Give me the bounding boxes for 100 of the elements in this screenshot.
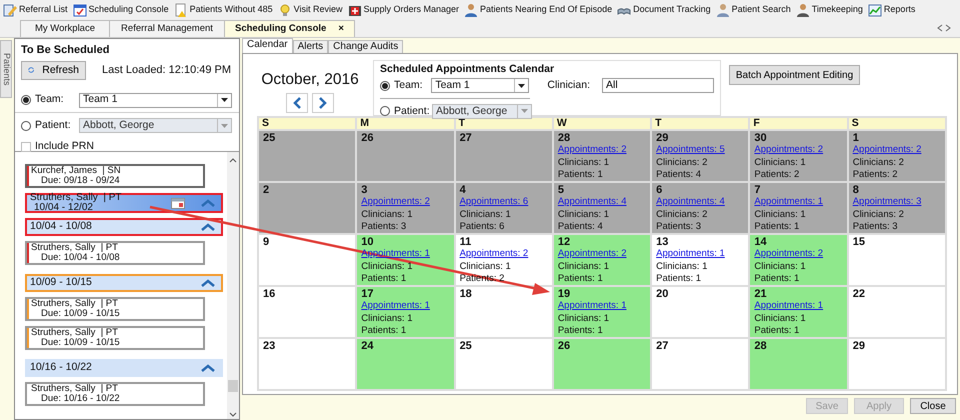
appointments-link[interactable]: Appointments: 6 — [460, 196, 548, 208]
radio-button[interactable] — [21, 95, 31, 106]
day-cell[interactable]: 4 Appointments: 6 Clinicians: 1 Patients: 6 — [456, 183, 552, 233]
chevron-up-icon[interactable] — [201, 364, 215, 372]
day-cell[interactable]: 26 — [554, 339, 650, 389]
day-cell[interactable]: 29 Appointments: 5 Clinicians: 2 Patients: 4 — [652, 131, 748, 181]
day-cell[interactable]: 20 — [652, 287, 748, 337]
day-cell[interactable]: 28 Appointments: 2 Clinicians: 1 Patients: 1 — [554, 131, 650, 181]
scrollbar-thumb[interactable] — [228, 380, 238, 392]
day-cell[interactable]: 7 Appointments: 1 Clinicians: 1 Patients: 1 — [750, 183, 847, 233]
scroll-up-icon[interactable] — [229, 158, 237, 163]
refresh-button[interactable]: Refresh — [21, 60, 86, 80]
day-cell[interactable]: 21 Appointments: 1 Clinicians: 1 Patients: 1 — [750, 287, 847, 337]
appointments-link[interactable]: Appointments: 4 — [656, 196, 744, 208]
chevron-up-icon[interactable] — [201, 279, 215, 287]
toolbar-item[interactable]: Document Tracking — [617, 2, 711, 16]
radio-button[interactable] — [21, 120, 31, 131]
day-cell[interactable]: 26 — [357, 131, 454, 181]
schedule-card[interactable]: Kurchef, James | SN Due: 09/18 - 09/24 — [25, 164, 205, 188]
toolbar-item[interactable]: Patients Nearing End Of Episode — [464, 2, 612, 16]
appointments-link[interactable]: Appointments: 4 — [558, 196, 646, 208]
chevron-up-icon[interactable] — [201, 223, 215, 231]
day-cell[interactable]: 22 — [848, 287, 945, 337]
tab[interactable]: Alerts — [292, 40, 328, 53]
checkbox[interactable] — [21, 142, 31, 152]
document-tab[interactable]: My Workplace — [20, 20, 110, 37]
dropdown[interactable]: Team 1 — [431, 78, 530, 94]
batch-editing-button[interactable]: Batch Appointment Editing — [729, 65, 860, 85]
previous-month-button[interactable] — [286, 93, 308, 114]
footer-button[interactable]: Close — [910, 398, 956, 414]
appointments-link[interactable]: Appointments: 2 — [361, 196, 450, 208]
document-tab[interactable]: Scheduling Console × — [224, 20, 355, 37]
appointments-link[interactable]: Appointments: 3 — [852, 196, 941, 208]
dropdown[interactable]: Abbott, George — [79, 118, 232, 134]
day-cell[interactable]: 17 Appointments: 1 Clinicians: 1 Patients: 1 — [357, 287, 454, 337]
day-cell[interactable]: 28 — [750, 339, 847, 389]
appointments-link[interactable]: Appointments: 1 — [754, 196, 843, 208]
day-cell[interactable]: 24 — [357, 339, 454, 389]
day-cell[interactable]: 6 Appointments: 4 Clinicians: 2 Patients: 3 — [652, 183, 748, 233]
schedule-card[interactable]: Struthers, Sally | PT Due: 10/09 - 10/15 — [25, 297, 205, 321]
appointments-link[interactable]: Appointments: 1 — [558, 300, 646, 312]
appointments-link[interactable]: Appointments: 2 — [558, 248, 646, 260]
toolbar-item[interactable]: Supply Orders Manager — [348, 2, 460, 16]
scroll-down-icon[interactable] — [229, 412, 237, 417]
day-cell[interactable]: 2 — [259, 183, 356, 233]
day-cell[interactable]: 19 Appointments: 1 Clinicians: 1 Patients: 1 — [554, 287, 650, 337]
day-cell[interactable]: 23 — [259, 339, 356, 389]
day-cell[interactable]: 1 Appointments: 2 Clinicians: 2 Patients: 2 — [848, 131, 945, 181]
day-cell[interactable]: 16 — [259, 287, 356, 337]
day-cell[interactable]: 13 Appointments: 1 Clinicians: 1 Patients: 1 — [652, 235, 748, 285]
schedule-card[interactable]: Struthers, Sally | PT Due: 10/04 - 10/08 — [25, 241, 205, 265]
close-button[interactable]: × — [338, 22, 344, 36]
toolbar-item[interactable]: Timekeeping — [796, 2, 863, 16]
schedule-card[interactable]: Struthers, Sally | PT Due: 10/16 - 10/22 — [25, 382, 205, 406]
radio-button[interactable] — [380, 80, 390, 91]
day-number: 2 — [263, 184, 270, 196]
toolbar-item[interactable]: Reports — [868, 2, 916, 16]
side-tab[interactable]: Patients — [0, 40, 12, 98]
dropdown[interactable]: Abbott, George — [432, 104, 532, 119]
appointments-link[interactable]: Appointments: 2 — [460, 248, 548, 260]
appointments-link[interactable]: Appointments: 2 — [754, 144, 843, 156]
day-cell[interactable]: 25 — [259, 131, 356, 181]
radio-button[interactable] — [380, 106, 390, 116]
next-month-button[interactable] — [312, 93, 334, 114]
appointments-link[interactable]: Appointments: 2 — [558, 144, 646, 156]
dropdown[interactable]: Team 1 — [79, 92, 232, 108]
appointments-link[interactable]: Appointments: 1 — [754, 300, 843, 312]
day-cell[interactable]: 3 Appointments: 2 Clinicians: 1 Patients: 3 — [357, 183, 454, 233]
patient-group-header[interactable]: Struthers, Sally | PT 10/04 - 12/02 — [25, 193, 223, 213]
day-cell[interactable]: 29 — [848, 339, 945, 389]
toolbar-item[interactable]: Visit Review — [278, 2, 342, 16]
day-cell[interactable]: 27 — [652, 339, 748, 389]
toolbar-item[interactable]: Patients Without 485 — [174, 2, 273, 16]
clinician-field[interactable]: All — [602, 78, 714, 94]
day-cell[interactable]: 14 Appointments: 2 Clinicians: 1 Patients: 1 — [750, 235, 847, 285]
day-cell[interactable]: 30 Appointments: 2 Clinicians: 1 Patients: 2 — [750, 131, 847, 181]
scroll-arrows-icon[interactable] — [936, 24, 952, 32]
day-cell[interactable]: 18 — [456, 287, 552, 337]
tab[interactable]: Change Audits — [328, 40, 404, 53]
week-header[interactable]: 10/16 - 10/22 — [25, 359, 223, 377]
appointments-link[interactable]: Appointments: 2 — [754, 248, 843, 260]
day-cell[interactable]: 5 Appointments: 4 Clinicians: 1 Patients: 4 — [554, 183, 650, 233]
day-cell[interactable]: 8 Appointments: 3 Clinicians: 2 Patients: 3 — [848, 183, 945, 233]
appointments-link[interactable]: Appointments: 2 — [852, 144, 941, 156]
day-cell[interactable]: 27 — [456, 131, 552, 181]
appointments-link[interactable]: Appointments: 5 — [656, 144, 744, 156]
day-cell[interactable]: 25 — [456, 339, 552, 389]
tab[interactable]: Calendar — [242, 38, 293, 53]
day-cell[interactable]: 9 — [259, 235, 356, 285]
toolbar-item[interactable]: Patient Search — [716, 2, 791, 16]
week-header[interactable]: 10/09 - 10/15 — [25, 274, 223, 292]
toolbar-item[interactable]: Referral List — [3, 2, 68, 16]
toolbar-item[interactable]: Scheduling Console — [72, 2, 169, 16]
week-header[interactable]: 10/04 - 10/08 — [25, 218, 223, 236]
schedule-card[interactable]: Struthers, Sally | PT Due: 10/09 - 10/15 — [25, 326, 205, 350]
appointments-link[interactable]: Appointments: 1 — [656, 248, 744, 260]
appointments-link[interactable]: Appointments: 1 — [361, 300, 450, 312]
day-cell[interactable]: 12 Appointments: 2 Clinicians: 1 Patients: 1 — [554, 235, 650, 285]
calendar-icon[interactable] — [171, 198, 185, 208]
day-cell[interactable]: 15 — [848, 235, 945, 285]
